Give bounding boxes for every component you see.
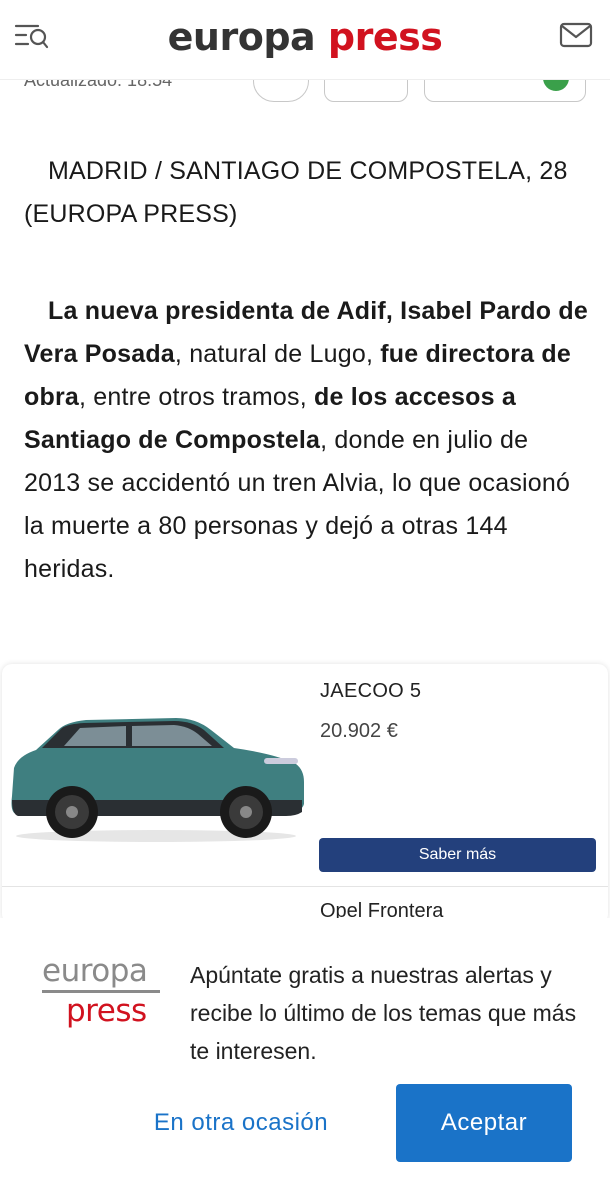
site-header: europa press [0,0,610,80]
site-logo[interactable]: europa press [168,18,443,56]
mail-icon[interactable] [558,20,594,50]
menu-search-icon[interactable] [12,18,52,54]
europapress-logo: europa press [42,953,162,1029]
car-ad-card[interactable]: JAECOO 5 20.902 € Saber más Opel Fronter… [2,664,608,924]
ad-title[interactable]: JAECOO 5 [320,680,421,703]
alerts-subscribe-sheet: europa press Apúntate gratis a nuestras … [0,918,610,1200]
lead-text-1: , natural de Lugo, [174,340,381,368]
lead-text-2: , entre otros tramos, [78,383,315,411]
logo-word-europa: europa [167,14,316,59]
accept-button[interactable]: Aceptar [396,1084,572,1162]
lead-paragraph: La nueva presidenta de Adif, Isabel Pard… [24,290,590,591]
dateline: MADRID / SANTIAGO DE COMPOSTELA, 28 (EUR… [24,157,568,228]
saber-mas-button[interactable]: Saber más [319,838,596,872]
logo-word-press: press [327,14,443,59]
later-button[interactable]: En otra ocasión [128,1084,354,1162]
logo-word-europa: europa [42,953,148,989]
subscribe-message: Apúntate gratis a nuestras alertas y rec… [190,962,577,1064]
divider [2,886,608,887]
article-body: MADRID / SANTIAGO DE COMPOSTELA, 28 (EUR… [24,150,590,591]
car-image [11,718,304,842]
logo-word-press: press [66,993,147,1029]
ad-price: 20.902 € [320,720,398,742]
